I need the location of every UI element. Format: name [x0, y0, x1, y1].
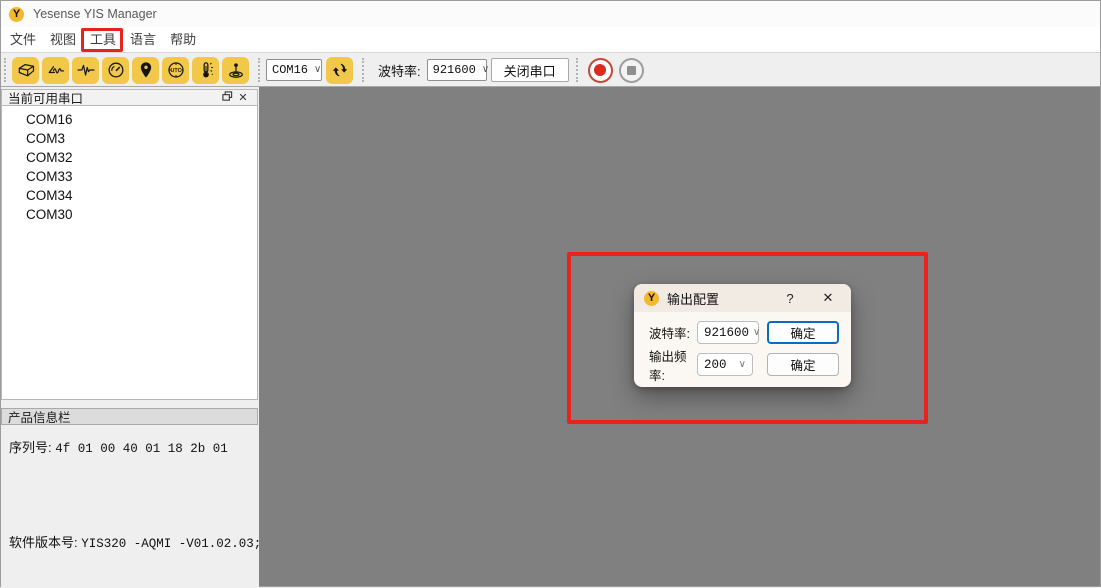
window-title: Yesense YIS Manager — [33, 7, 157, 21]
thermometer-icon — [196, 60, 216, 80]
yesense-logo-icon: Y — [9, 7, 24, 22]
menu-item-language[interactable]: 语言 — [123, 29, 163, 51]
toolbar-handle[interactable] — [258, 58, 263, 82]
gauge-button[interactable] — [102, 57, 129, 84]
info-panel-content: 序列号: 4f 01 00 40 01 18 2b 01 软件版本号: YIS3… — [1, 425, 258, 588]
dialog-baud-value: 921600 — [704, 326, 749, 340]
signal-waveform-icon — [76, 60, 96, 80]
menu-item-tools[interactable]: 工具 — [83, 29, 123, 51]
list-item-com16[interactable]: COM16 — [2, 110, 257, 129]
software-version-label: 软件版本号: — [9, 535, 78, 550]
menu-item-help[interactable]: 帮助 — [163, 29, 203, 51]
serial-port-list: COM16 COM3 COM32 COM33 COM34 COM30 — [1, 106, 258, 400]
cube-3d-icon — [16, 60, 36, 80]
gauge-icon — [106, 60, 126, 80]
chevron-down-icon: ∨ — [753, 327, 760, 339]
list-item-com32[interactable]: COM32 — [2, 148, 257, 167]
chevron-down-icon: ∨ — [314, 64, 321, 76]
chevron-down-icon: ∨ — [739, 359, 746, 371]
close-serial-port-button[interactable]: 关闭串口 — [491, 58, 569, 82]
toolbar-handle[interactable] — [576, 58, 581, 82]
cube-3d-view-button[interactable] — [12, 57, 39, 84]
attitude-angle-wave-icon — [46, 60, 66, 80]
ports-panel-header: 当前可用串口 ✕ — [1, 89, 258, 106]
joystick-button[interactable] — [222, 57, 249, 84]
joystick-icon — [226, 60, 246, 80]
chevron-down-icon: ∨ — [482, 64, 489, 76]
list-item-com3[interactable]: COM3 — [2, 129, 257, 148]
menu-item-file[interactable]: 文件 — [3, 29, 43, 51]
output-config-dialog: Y 输出配置 ? ✕ 波特率: 921600 ∨ 确定 输出频率: 200 ∨ … — [634, 284, 851, 387]
frequency-ok-button[interactable]: 确定 — [767, 353, 839, 376]
attitude-wave-button[interactable] — [42, 57, 69, 84]
dialog-title: 输出配置 — [667, 289, 779, 308]
utc-clock-button[interactable]: UTC — [162, 57, 189, 84]
info-panel-title: 产品信息栏 — [8, 407, 71, 426]
baud-rate-value: 921600 — [433, 63, 476, 77]
serial-number-value: 4f 01 00 40 01 18 2b 01 — [55, 442, 228, 456]
info-panel-header: 产品信息栏 — [1, 408, 258, 425]
toolbar-handle[interactable] — [362, 58, 367, 82]
list-item-com30[interactable]: COM30 — [2, 205, 257, 224]
baud-rate-select[interactable]: 921600 ∨ — [427, 59, 487, 81]
stop-icon — [627, 66, 636, 75]
refresh-ports-button[interactable] — [326, 57, 353, 84]
menu-bar: 文件 视图 工具 语言 帮助 — [1, 27, 1100, 53]
dialog-frequency-select[interactable]: 200 ∨ — [697, 353, 753, 376]
app-window: Y Yesense YIS Manager 文件 视图 工具 语言 帮助 — [0, 0, 1101, 587]
close-panel-button[interactable]: ✕ — [235, 91, 251, 105]
location-pin-icon — [136, 60, 156, 80]
toolbar: UTC — [1, 54, 1100, 87]
list-item-com34[interactable]: COM34 — [2, 186, 257, 205]
float-icon — [222, 90, 233, 105]
dialog-help-button[interactable]: ? — [779, 291, 801, 306]
toolbar-handle[interactable] — [4, 58, 9, 82]
baud-ok-button[interactable]: 确定 — [767, 321, 839, 344]
serial-number-line: 序列号: 4f 01 00 40 01 18 2b 01 — [9, 437, 250, 456]
software-version-line: 软件版本号: YIS320 -AQMI -V01.02.03; — [9, 532, 250, 551]
yesense-logo-icon: Y — [644, 291, 659, 306]
output-frequency-row: 输出频率: 200 ∨ 确定 — [649, 353, 839, 376]
utc-clock-icon: UTC — [166, 60, 186, 80]
baud-rate-label: 波特率: — [378, 61, 421, 80]
dialog-title-bar: Y 输出配置 ? ✕ — [634, 284, 851, 312]
com-port-select[interactable]: COM16 ∨ — [266, 59, 322, 81]
float-panel-button[interactable] — [219, 91, 235, 105]
menu-item-view[interactable]: 视图 — [43, 29, 83, 51]
close-icon: ✕ — [238, 91, 247, 104]
left-dock: 当前可用串口 ✕ COM16 COM3 COM32 COM33 COM34 CO… — [1, 87, 259, 588]
location-button[interactable] — [132, 57, 159, 84]
waveform-button[interactable] — [72, 57, 99, 84]
com-port-value: COM16 — [272, 63, 308, 77]
dialog-frequency-value: 200 — [704, 358, 727, 372]
ports-panel-title: 当前可用串口 — [8, 88, 83, 107]
dialog-close-button[interactable]: ✕ — [815, 290, 841, 306]
record-button[interactable] — [588, 58, 613, 83]
title-bar: Y Yesense YIS Manager — [1, 1, 1100, 27]
dialog-frequency-label: 输出频率: — [649, 346, 697, 384]
thermometer-button[interactable] — [192, 57, 219, 84]
refresh-icon — [331, 61, 349, 79]
list-item-com33[interactable]: COM33 — [2, 167, 257, 186]
dialog-baud-select[interactable]: 921600 ∨ — [697, 321, 759, 344]
software-version-value: YIS320 -AQMI -V01.02.03; — [81, 537, 261, 551]
svg-text:UTC: UTC — [170, 68, 181, 74]
stop-button[interactable] — [619, 58, 644, 83]
serial-number-label: 序列号: — [9, 440, 52, 455]
record-icon — [594, 64, 606, 76]
dialog-baud-label: 波特率: — [649, 323, 697, 342]
baud-rate-row: 波特率: 921600 ∨ 确定 — [649, 321, 839, 344]
